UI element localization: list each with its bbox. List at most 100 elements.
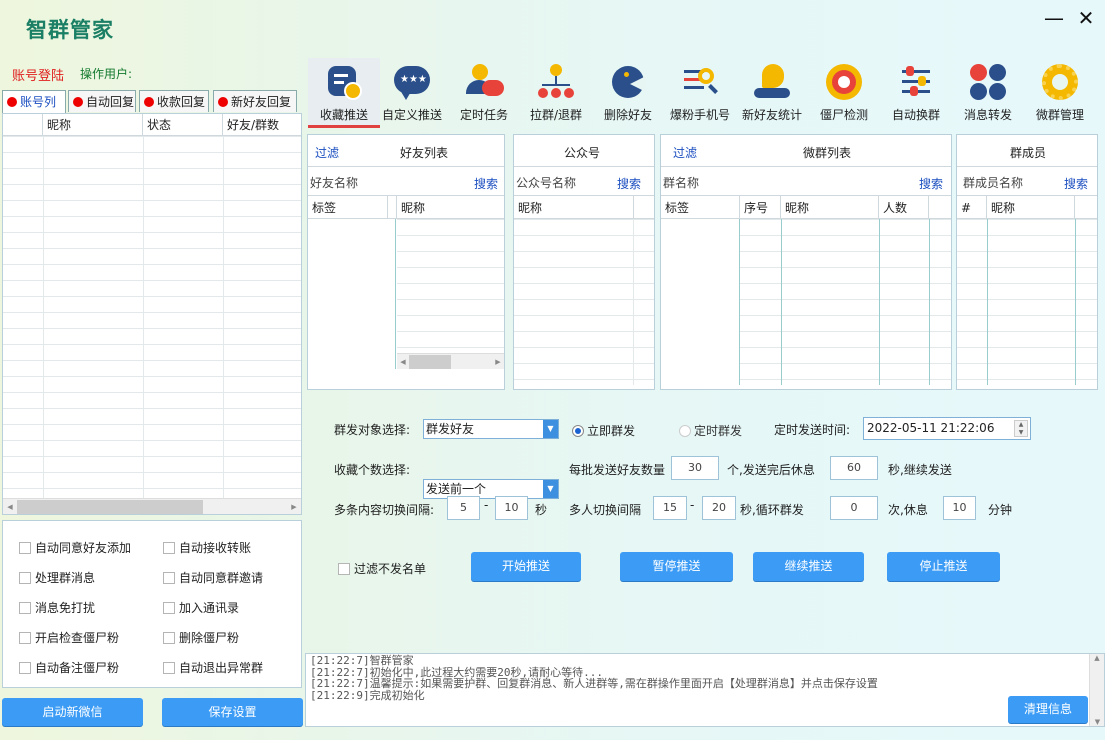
checkbox[interactable] [163,571,175,584]
official-header: 公众号 [514,135,654,167]
scroll-up-icon[interactable]: ▲ [1090,654,1104,662]
tool-favorite-push[interactable]: 收藏推送 [308,58,380,128]
pause-push-button[interactable]: 暂停推送 [620,552,733,581]
save-settings-button[interactable]: 保存设置 [162,698,303,726]
checkbox[interactable] [19,631,31,644]
official-table-body[interactable] [514,219,654,385]
checkbox[interactable] [163,631,175,644]
checkbox[interactable] [19,661,31,674]
spin-icon[interactable]: ▲ ▼ [1014,420,1028,437]
content-interval-max[interactable]: 10 [495,496,528,520]
friends-search-link[interactable]: 搜索 [474,175,498,192]
scroll-right-icon[interactable]: ▶ [492,358,504,366]
tool-zombie-detect[interactable]: 僵尸检测 [808,58,880,128]
members-panel: 群成员 群成员名称 搜索 # 昵称 [956,134,1098,390]
clear-log-button[interactable]: 清理信息 [1008,696,1088,723]
groups-filter-link[interactable]: 过滤 [673,144,697,161]
option-mute[interactable]: 消息免打扰 [19,599,95,616]
tool-scheduled-task[interactable]: 定时任务 [448,58,520,128]
scroll-left-icon[interactable]: ◀ [397,358,409,366]
scroll-down-icon[interactable]: ▼ [1090,718,1105,726]
option-exit-abnormal-group[interactable]: 自动退出异常群 [163,659,263,676]
option-auto-receive-transfer[interactable]: 自动接收转账 [163,539,251,556]
tool-friend-stats[interactable]: 新好友统计 [736,58,808,128]
checkbox[interactable] [19,601,31,614]
radio-send-timed[interactable]: 定时群发 [679,422,742,439]
option-add-contacts[interactable]: 加入通讯录 [163,599,239,616]
target-select[interactable]: 群发好友 ▼ [423,419,559,439]
option-accept-group-invite[interactable]: 自动同意群邀请 [163,569,263,586]
vertical-scrollbar[interactable]: ▲ ▼ [1089,654,1104,726]
datetime-picker[interactable]: 2022-05-11 21:22:06 ▲ ▼ [863,417,1031,440]
checkbox[interactable] [338,562,350,575]
chevron-down-icon[interactable]: ▼ [543,480,558,498]
groups-table-body[interactable] [661,219,951,385]
option-check-zombie[interactable]: 开启检查僵尸粉 [19,629,119,646]
tool-group-manage[interactable]: 微群管理 [1024,58,1096,128]
members-table-header: # 昵称 [957,195,1097,219]
multi-interval-min[interactable]: 15 [653,496,687,520]
tool-delete-friend[interactable]: 删除好友 [592,58,664,128]
account-table-header: 昵称 状态 好友/群数 [3,114,301,136]
start-wechat-button[interactable]: 启动新微信 [2,698,143,726]
tool-custom-push[interactable]: ★★★ 自定义推送 [376,58,448,128]
tab-auto-reply[interactable]: 自动回复 [68,90,136,112]
checkbox[interactable] [19,541,31,554]
resume-push-button[interactable]: 继续推送 [753,552,864,581]
members-name-label: 群成员名称 [963,176,1024,190]
checkbox[interactable] [163,541,175,554]
start-push-button[interactable]: 开始推送 [471,552,581,581]
option-handle-group-msg[interactable]: 处理群消息 [19,569,95,586]
members-search-row: 群成员名称 搜索 [957,167,1097,195]
friends-table-body[interactable]: ◀ ▶ [308,219,504,369]
time-label: 定时发送时间: [774,423,851,437]
close-button[interactable]: ✕ [1074,6,1098,30]
friends-panel: 过滤 好友列表 好友名称 搜索 标签 昵称 ◀ ▶ [307,134,505,390]
tool-auto-switch-group[interactable]: 自动换群 [880,58,952,128]
tab-payment-reply[interactable]: 收款回复 [139,90,209,112]
multi-interval-max[interactable]: 20 [702,496,736,520]
account-table-body[interactable] [3,136,301,498]
tab-account-list[interactable]: 账号列 [2,90,66,113]
loop-count-input[interactable]: 0 [830,496,878,520]
scroll-right-icon[interactable]: ▶ [287,503,301,511]
radio-button[interactable] [679,424,691,437]
rest-seconds-input[interactable]: 60 [830,456,878,480]
log-panel[interactable]: [21:22:7]智群管家 [21:22:7]初始化中,此过程大约需要20秒,请… [305,653,1105,727]
minimize-button[interactable]: — [1042,6,1066,30]
scroll-thumb[interactable] [17,499,203,514]
auto-switch-group-icon [896,62,936,102]
loop-label: 秒,循环群发 [740,503,804,517]
tool-group-join[interactable]: 拉群/退群 [520,58,592,128]
scroll-thumb[interactable] [409,354,451,369]
content-interval-min[interactable]: 5 [447,496,480,520]
checkbox[interactable] [163,601,175,614]
tool-message-forward[interactable]: 消息转发 [952,58,1024,128]
groups-title: 微群列表 [803,146,852,160]
horizontal-scrollbar[interactable]: ◀ ▶ [3,498,301,514]
radio-button[interactable] [572,424,584,437]
stop-push-button[interactable]: 停止推送 [887,552,1000,581]
filter-exclude-list[interactable]: 过滤不发名单 [338,560,426,577]
column-header: 好友/群数 [227,118,280,132]
chevron-down-icon[interactable]: ▼ [543,420,558,438]
tab-new-friend-reply[interactable]: 新好友回复 [213,90,297,112]
tool-phone-search[interactable]: 爆粉手机号 [664,58,736,128]
account-login-link[interactable]: 账号登陆 [12,65,64,84]
scroll-left-icon[interactable]: ◀ [3,503,17,511]
option-note-zombie[interactable]: 自动备注僵尸粉 [19,659,119,676]
radio-send-now[interactable]: 立即群发 [572,422,635,439]
official-search-link[interactable]: 搜索 [617,175,641,192]
checkbox[interactable] [163,661,175,674]
batch-size-input[interactable]: 30 [671,456,719,480]
groups-search-link[interactable]: 搜索 [919,175,943,192]
checkbox[interactable] [19,571,31,584]
members-table-body[interactable] [957,219,1097,385]
option-delete-zombie[interactable]: 删除僵尸粉 [163,629,239,646]
friends-filter-link[interactable]: 过滤 [315,144,339,161]
option-auto-accept-friend[interactable]: 自动同意好友添加 [19,539,131,556]
favorite-count-select[interactable]: 发送前一个 ▼ [423,479,559,499]
horizontal-scrollbar[interactable]: ◀ ▶ [397,353,504,369]
members-search-link[interactable]: 搜索 [1064,175,1088,192]
rest-minutes-input[interactable]: 10 [943,496,976,520]
